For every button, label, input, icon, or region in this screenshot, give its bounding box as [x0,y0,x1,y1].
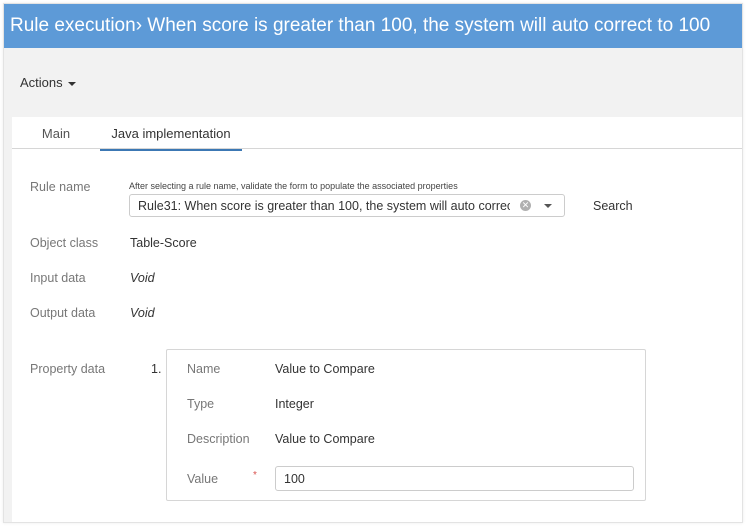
app-window: Rule execution› When score is greater th… [3,3,743,523]
property-description-label: Description [187,432,250,446]
required-marker: * [253,470,257,481]
property-index: 1. [151,362,162,376]
rule-name-hint: After selecting a rule name, validate th… [129,181,458,191]
rule-name-selected-value: Rule31: When score is greater than 100, … [138,199,510,213]
property-value-input[interactable] [275,466,634,491]
property-data-label: Property data [30,362,106,376]
tab-java-implementation[interactable]: Java implementation [100,117,242,151]
rule-name-label: Rule name [30,180,91,194]
caret-down-icon [67,81,76,86]
rule-name-select[interactable]: Rule31: When score is greater than 100, … [129,194,565,217]
clear-circle-icon[interactable]: ✕ [520,200,531,211]
property-value-label: Value [187,472,219,486]
property-type-label: Type [187,397,215,411]
page-header: Rule execution› When score is greater th… [4,4,742,48]
search-button[interactable]: Search [593,199,633,213]
actions-menu-button[interactable]: Actions [20,75,76,90]
property-description-value: Value to Compare [275,432,375,446]
object-class-value: Table-Score [130,236,197,250]
property-name-label: Name [187,362,221,376]
object-class-label: Object class [30,236,99,250]
tab-bar: Main Java implementation [12,117,742,151]
input-data-label: Input data [30,271,86,285]
property-type-value: Integer [275,397,314,411]
actions-label: Actions [20,75,63,90]
content-panel: Main Java implementation Rule name After… [12,117,742,522]
input-data-value: Void [130,271,155,285]
property-name-value: Value to Compare [275,362,375,376]
dropdown-arrow-icon[interactable] [544,204,552,208]
property-item: Name Value to Compare Type Integer Descr… [166,349,646,501]
output-data-label: Output data [30,306,96,320]
tab-main[interactable]: Main [26,117,86,148]
page-title: Rule execution› When score is greater th… [10,15,711,36]
output-data-value: Void [130,306,155,320]
